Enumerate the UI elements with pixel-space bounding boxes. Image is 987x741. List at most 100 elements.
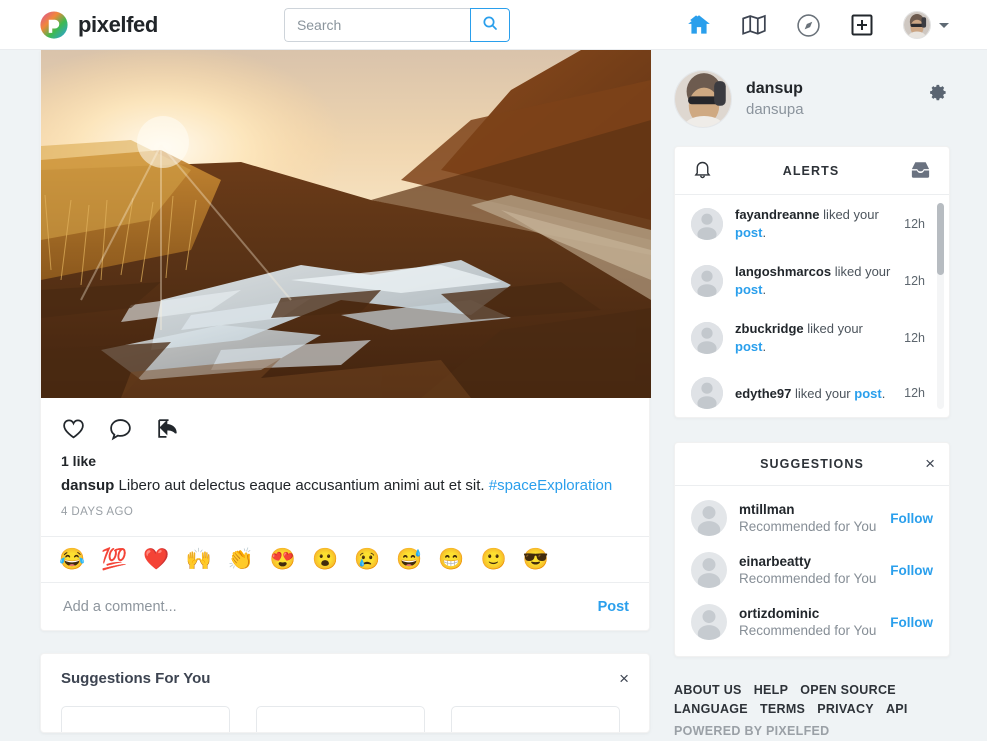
share-icon[interactable] [155,416,180,441]
follow-button[interactable]: Follow [890,563,933,578]
reaction-emoji[interactable]: 🙌 [185,549,211,570]
alert-username[interactable]: fayandreanne [735,207,820,222]
close-icon[interactable]: × [619,670,629,687]
suggestions-header: SUGGESTIONS × [675,443,949,486]
profile-display-name[interactable]: dansup [746,80,804,98]
alerts-header: ALERTS [675,147,949,195]
footer-link-language[interactable]: LANGUAGE [674,700,748,719]
follow-button[interactable]: Follow [890,615,933,630]
comment-composer: Post [41,582,649,630]
suggestions-for-you-card: Suggestions For You × [40,653,650,734]
brand-name: pixelfed [78,11,158,37]
comment-input[interactable] [61,597,598,616]
reaction-emoji[interactable]: 💯 [101,549,127,570]
alert-suffix: . [762,338,767,354]
alerts-list[interactable]: fayandreanne liked your post. 12h langos… [675,195,949,417]
close-icon[interactable]: × [925,455,935,472]
reaction-emoji[interactable]: 😮 [312,549,338,570]
footer-link-help[interactable]: HELP [754,681,789,700]
suggestion-subtitle: Recommended for You [739,571,877,586]
scrollbar-thumb[interactable] [937,203,944,275]
search-bar [283,7,510,42]
post-photo[interactable] [41,50,651,398]
like-count[interactable]: 1 like [41,441,649,469]
avatar[interactable] [674,70,732,128]
reaction-emoji[interactable]: ❤️ [143,549,169,570]
avatar[interactable] [691,500,727,536]
reaction-emoji[interactable]: 😅 [396,549,422,570]
suggestion-meta: ortizdominic Recommended for You [739,606,878,638]
suggestion-username[interactable]: einarbeatty [739,554,878,569]
gear-icon[interactable] [929,83,948,105]
bell-icon[interactable] [692,159,713,183]
alert-item[interactable]: langoshmarcos liked your post. 12h [675,252,949,309]
suggestion-card-list [61,706,629,733]
reaction-emoji[interactable]: 😁 [438,549,464,570]
home-icon[interactable] [686,12,712,38]
suggestion-username[interactable]: ortizdominic [739,606,878,621]
alerts-title: ALERTS [782,163,840,178]
like-icon[interactable] [61,416,86,441]
avatar-menu[interactable] [903,11,949,39]
avatar [903,11,931,39]
navbar: pixelfed [0,0,987,50]
nav-icon-group [686,0,949,50]
suggestion-card-placeholder[interactable] [61,706,230,733]
page-body: 1 like dansup Libero aut delectus eaque … [0,50,987,738]
alert-post-link[interactable]: post [735,339,762,354]
alert-action: liked your [823,207,879,222]
footer-link-terms[interactable]: TERMS [760,700,805,719]
profile-summary: dansup dansupa [674,58,950,140]
footer-link-privacy[interactable]: PRIVACY [817,700,874,719]
alert-action: liked your [834,264,891,280]
alert-username[interactable]: langoshmarcos [735,264,831,279]
alert-timestamp: 12h [904,386,925,401]
plus-square-icon[interactable] [850,13,874,37]
alert-post-link[interactable]: post [735,282,762,297]
footer-row: LANGUAGE TERMS PRIVACY API [674,700,950,719]
post-comment-button[interactable]: Post [598,599,629,615]
alert-username[interactable]: edythe97 [735,386,791,401]
alert-post-link[interactable]: post [854,386,881,401]
inbox-icon[interactable] [909,158,932,184]
post-action-bar [41,398,649,441]
alert-suffix: . [762,281,767,297]
reaction-emoji[interactable]: 😢 [354,549,380,570]
profile-handle[interactable]: dansupa [746,101,804,118]
post-card: 1 like dansup Libero aut delectus eaque … [40,50,651,632]
avatar[interactable] [691,604,727,640]
alert-text: edythe97 liked your post. [735,385,892,403]
suggestion-card-placeholder[interactable] [256,706,425,733]
post-caption: dansup Libero aut delectus eaque accusan… [41,469,649,496]
brand-logo-link[interactable]: pixelfed [40,10,158,39]
footer-link-about-us[interactable]: ABOUT US [674,681,742,700]
alert-item[interactable]: edythe97 liked your post. 12h [675,366,949,417]
post-author-link[interactable]: dansup [61,477,114,494]
compass-icon[interactable] [796,13,821,38]
search-button[interactable] [469,7,510,42]
suggestion-card-placeholder[interactable] [451,706,620,733]
alert-post-link[interactable]: post [735,225,762,240]
sidebar-column: dansup dansupa ALERTS fayandreanne liked… [650,50,987,738]
reaction-emoji[interactable]: 👏 [228,549,254,570]
post-timestamp[interactable]: 4 DAYS AGO [41,496,649,536]
alert-item[interactable]: fayandreanne liked your post. 12h [675,195,949,252]
reaction-emoji[interactable]: 😂 [59,549,85,570]
alert-item[interactable]: zbuckridge liked your post. 12h [675,309,949,366]
footer: ABOUT US HELP OPEN SOURCE LANGUAGE TERMS… [674,681,950,741]
reaction-emoji[interactable]: 😍 [270,549,296,570]
map-icon[interactable] [741,12,767,38]
hashtag-link[interactable]: #spaceExploration [489,477,612,494]
avatar[interactable] [691,552,727,588]
suggestions-for-you-header: Suggestions For You × [61,670,629,687]
footer-link-open-source[interactable]: OPEN SOURCE [800,681,896,700]
comment-icon[interactable] [108,416,133,441]
search-input[interactable] [283,7,470,42]
reaction-emoji[interactable]: 🙂 [481,549,507,570]
alert-suffix: . [881,385,886,401]
suggestion-username[interactable]: mtillman [739,502,878,517]
footer-link-api[interactable]: API [886,700,908,719]
alert-username[interactable]: zbuckridge [735,321,804,336]
reaction-emoji[interactable]: 😎 [523,549,549,570]
follow-button[interactable]: Follow [890,511,933,526]
